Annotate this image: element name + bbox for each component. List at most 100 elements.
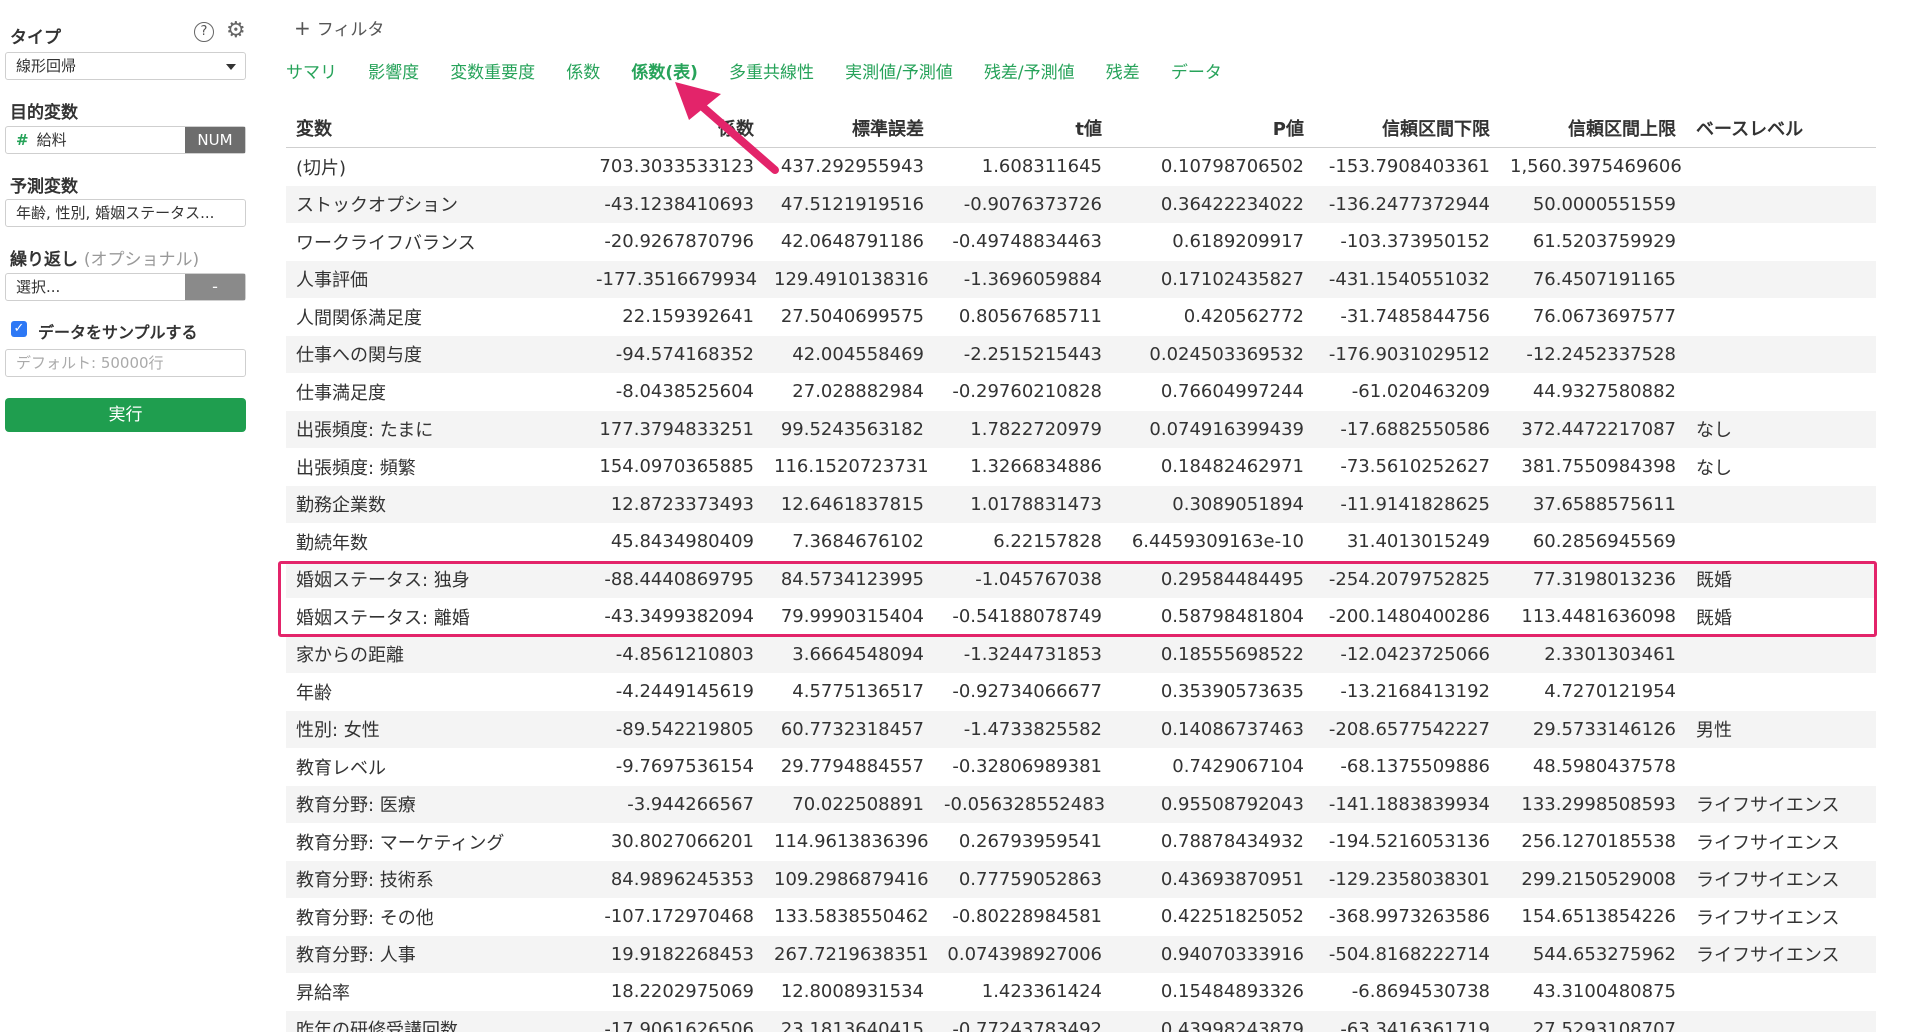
value-cell: -103.373950152 bbox=[1340, 231, 1490, 253]
coefficient-table: 変数 係数 標準誤差 t値 P値 信頼区間下限 信頼区間上限 ベースレベル (切… bbox=[286, 108, 1876, 1032]
base-level-cell bbox=[1686, 635, 1876, 673]
repeat-select[interactable]: 選択... - bbox=[5, 273, 246, 301]
variable-cell: 教育分野: 医療 bbox=[286, 785, 586, 823]
col-header-variable[interactable]: 変数 bbox=[286, 108, 586, 148]
tab-residual-vs-predicted[interactable]: 残差/予測値 bbox=[984, 58, 1075, 83]
value-cell: 50.0000551559 bbox=[1500, 185, 1686, 223]
col-header-t-value[interactable]: t値 bbox=[934, 108, 1112, 148]
value-cell: 27.5293108707 bbox=[1500, 1010, 1686, 1032]
value-cell: 0.3089051894 bbox=[1112, 485, 1314, 523]
value-cell: -61.020463209 bbox=[1351, 381, 1490, 403]
col-header-ci-upper[interactable]: 信頼区間上限 bbox=[1500, 108, 1686, 148]
filter-label: フィルタ bbox=[316, 20, 385, 40]
variable-cell: 勤続年数 bbox=[296, 532, 368, 554]
value-cell: 0.18482462971 bbox=[1160, 456, 1304, 478]
value-cell: -88.4440869795 bbox=[586, 560, 764, 598]
table-row: 教育分野: 技術系 84.9896245353 109.2986879416 0.77… bbox=[286, 860, 1876, 898]
base-level-cell: ライフサイエンス bbox=[1686, 860, 1876, 898]
value-cell: 299.2150529008 bbox=[1500, 860, 1686, 898]
value-cell: 47.5121919516 bbox=[764, 185, 934, 223]
table-row: 教育分野: 医療 -3.944266567 70.022508891 -0.05632… bbox=[286, 785, 1876, 823]
base-level-cell bbox=[1686, 485, 1876, 523]
table-row: 人事評価 -177.3516679934 129.4910138316 -1.3696… bbox=[286, 260, 1876, 298]
repeat-clear-button[interactable]: - bbox=[185, 274, 245, 300]
type-label: タイプ bbox=[10, 28, 61, 48]
tab-data[interactable]: データ bbox=[1171, 58, 1222, 83]
value-cell: -12.2452337528 bbox=[1500, 335, 1686, 373]
base-level-cell: 男性 bbox=[1686, 710, 1876, 748]
value-cell: -9.7697536154 bbox=[615, 756, 754, 778]
tab-summary[interactable]: サマリ bbox=[286, 58, 337, 83]
value-cell: 129.4910138316 bbox=[764, 260, 934, 298]
table-row: 昇給率 18.2202975069 12.8008931534 1.423361424… bbox=[286, 973, 1876, 1011]
base-level-cell: ライフサイエンス bbox=[1686, 935, 1876, 973]
value-cell: 99.5243563182 bbox=[764, 410, 934, 448]
value-cell: 0.58798481804 bbox=[1160, 606, 1304, 628]
value-cell: 45.8434980409 bbox=[610, 531, 754, 553]
value-cell: 0.7429067104 bbox=[1172, 756, 1304, 778]
tab-multicollinearity[interactable]: 多重共線性 bbox=[729, 58, 814, 83]
base-level-cell: ライフサイエンス bbox=[1686, 785, 1876, 823]
add-filter-button[interactable]: + フィルタ bbox=[294, 15, 384, 40]
value-cell: -0.54188078749 bbox=[952, 606, 1102, 628]
value-cell: 43.3100480875 bbox=[1532, 981, 1676, 1003]
col-header-coefficient[interactable]: 係数 bbox=[586, 108, 764, 148]
value-cell: 116.1520723731 bbox=[774, 456, 929, 478]
type-select[interactable]: 線形回帰 bbox=[5, 52, 246, 80]
value-cell: 177.3794833251 bbox=[586, 410, 764, 448]
value-cell: 31.4013015249 bbox=[1346, 531, 1490, 553]
value-cell: 84.5734123995 bbox=[764, 560, 934, 598]
value-cell: -1.3696059884 bbox=[934, 260, 1112, 298]
tab-actual-vs-predicted[interactable]: 実測値/予測値 bbox=[845, 58, 953, 83]
value-cell: 42.004558469 bbox=[764, 335, 934, 373]
value-cell: -43.1238410693 bbox=[586, 185, 764, 223]
value-cell: 0.43693870951 bbox=[1112, 860, 1314, 898]
help-icon[interactable]: ? bbox=[194, 22, 214, 42]
repeat-optional: (オプショナル) bbox=[83, 250, 200, 270]
value-cell: 4.5775136517 bbox=[792, 681, 924, 703]
variable-cell: 勤務企業数 bbox=[286, 485, 586, 523]
value-cell: 381.7550984398 bbox=[1521, 456, 1676, 478]
value-cell: -17.9061626506 bbox=[586, 1010, 764, 1032]
num-badge: NUM bbox=[185, 127, 245, 153]
tab-importance[interactable]: 変数重要度 bbox=[450, 58, 535, 83]
value-cell: -153.7908403361 bbox=[1328, 156, 1490, 178]
value-cell: -0.32806989381 bbox=[952, 756, 1102, 778]
table-row: 性別: 女性 -89.542219805 60.7732318457 -1.47338… bbox=[286, 710, 1876, 748]
sample-size-input[interactable]: デフォルト: 50000行 bbox=[5, 349, 246, 377]
table-row: 出張頻度: 頻繁 154.0970365885 116.1520723731 1.32… bbox=[286, 448, 1876, 486]
col-header-ci-lower[interactable]: 信頼区間下限 bbox=[1314, 108, 1500, 148]
value-cell: 48.5980437578 bbox=[1532, 756, 1676, 778]
value-cell: -254.2079752825 bbox=[1314, 560, 1500, 598]
table-row: 年齢 -4.2449145619 4.5775136517 -0.9273406667… bbox=[286, 673, 1876, 711]
col-header-base-level[interactable]: ベースレベル bbox=[1686, 108, 1876, 148]
table-row: 教育分野: 人事 19.9182268453 267.7219638351 0.074… bbox=[286, 935, 1876, 973]
variable-cell: 教育分野: その他 bbox=[296, 907, 434, 929]
gear-icon[interactable]: ⚙ bbox=[226, 19, 246, 43]
value-cell: 0.29584484495 bbox=[1112, 560, 1314, 598]
value-cell: -6.8694530738 bbox=[1351, 981, 1490, 1003]
table-row: ストックオプション -43.1238410693 47.5121919516 -0.9… bbox=[286, 185, 1876, 223]
value-cell: 0.42251825052 bbox=[1160, 906, 1304, 928]
predictor-field[interactable]: 年齢, 性別, 婚姻ステータス... bbox=[5, 199, 246, 227]
target-field[interactable]: # 給料 NUM bbox=[5, 126, 246, 154]
tab-coefficients-table[interactable]: 係数(表) bbox=[631, 58, 698, 83]
base-level-cell: なし bbox=[1696, 457, 1732, 479]
value-cell: 79.9990315404 bbox=[780, 606, 924, 628]
tab-residuals[interactable]: 残差 bbox=[1106, 58, 1140, 83]
value-cell: -1.4733825582 bbox=[934, 710, 1112, 748]
variable-cell: 教育レベル bbox=[296, 757, 386, 779]
col-header-p-value[interactable]: P値 bbox=[1112, 108, 1314, 148]
tab-coefficients[interactable]: 係数 bbox=[566, 58, 600, 83]
sample-checkbox[interactable]: ✓ bbox=[11, 321, 27, 337]
variable-cell: 昇給率 bbox=[296, 982, 350, 1004]
base-level-cell bbox=[1686, 523, 1876, 561]
base-level-cell bbox=[1686, 973, 1876, 1011]
value-cell: 1.7822720979 bbox=[934, 410, 1112, 448]
col-header-std-error[interactable]: 標準誤差 bbox=[764, 108, 934, 148]
value-cell: -94.574168352 bbox=[586, 335, 764, 373]
tab-influence[interactable]: 影響度 bbox=[368, 58, 419, 83]
value-cell: 22.159392641 bbox=[622, 306, 754, 328]
run-button[interactable]: 実行 bbox=[5, 398, 246, 432]
table-row: 勤続年数 45.8434980409 7.3684676102 6.22157828 6… bbox=[286, 523, 1876, 561]
